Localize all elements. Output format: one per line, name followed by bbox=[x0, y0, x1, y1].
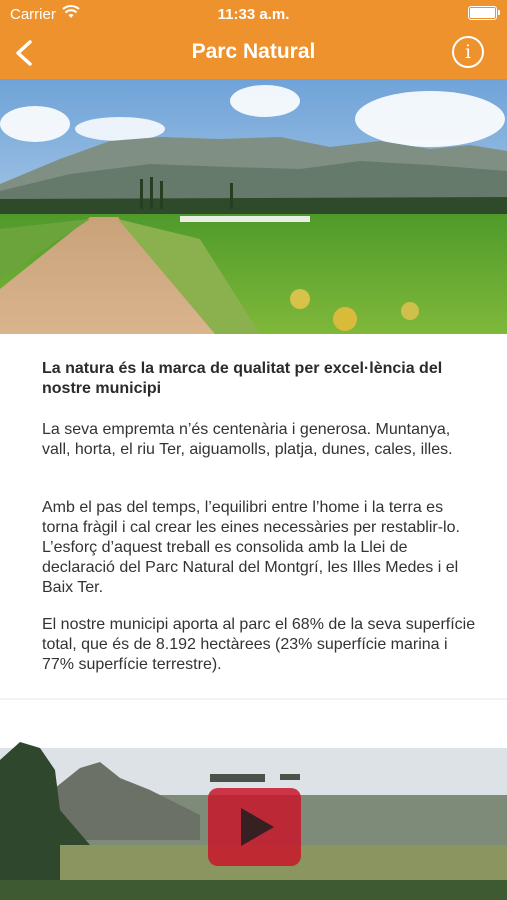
status-bar: Carrier 11:33 a.m. bbox=[0, 0, 507, 26]
play-icon bbox=[241, 808, 274, 846]
info-icon[interactable]: i bbox=[452, 36, 484, 68]
paragraph: El nostre municipi aporta al parc el 68%… bbox=[42, 616, 476, 673]
paragraph: La seva empremta n’és centenària i gener… bbox=[42, 421, 453, 458]
landscape-photo bbox=[0, 79, 507, 334]
play-button[interactable] bbox=[208, 788, 301, 866]
paragraph: Amb el pas del temps, l’equilibri entre … bbox=[42, 499, 460, 596]
battery-icon bbox=[468, 6, 500, 20]
clock: 11:33 a.m. bbox=[217, 6, 290, 23]
content-heading: La natura és la marca de qualitat per ex… bbox=[42, 360, 443, 397]
navigation-bar: Carrier 11:33 a.m. Parc Natural i bbox=[0, 0, 507, 79]
page-title: Parc Natural bbox=[191, 40, 316, 63]
content-card: La natura és la marca de qualitat per ex… bbox=[0, 334, 507, 698]
